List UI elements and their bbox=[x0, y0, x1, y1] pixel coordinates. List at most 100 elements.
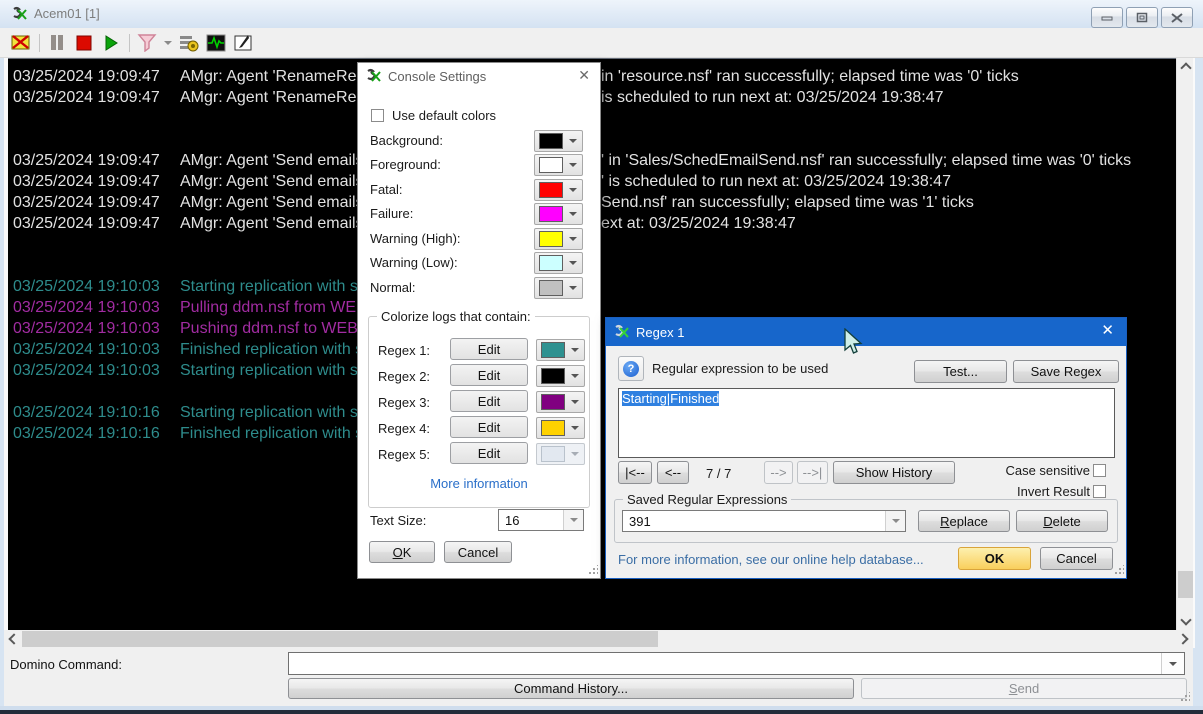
log-text: AMgr: Agent 'Send emails bbox=[180, 215, 364, 232]
fatal-color-picker[interactable] bbox=[534, 179, 583, 201]
warning-low-color-picker[interactable] bbox=[534, 252, 583, 274]
chevron-down-icon bbox=[571, 426, 579, 430]
test-button[interactable]: Test... bbox=[914, 360, 1007, 383]
online-help-link[interactable]: For more information, see our online hel… bbox=[618, 552, 924, 567]
chevron-down-icon bbox=[1180, 614, 1191, 625]
dialog-resize-grip[interactable] bbox=[1114, 565, 1124, 575]
failure-color-picker[interactable] bbox=[534, 203, 583, 225]
mail-close-icon bbox=[11, 34, 31, 51]
resize-grip[interactable] bbox=[1180, 692, 1190, 702]
regex-pattern-textarea[interactable]: Starting|Finished bbox=[618, 388, 1115, 458]
regex-dialog-titlebar[interactable]: Regex 1 ✕ bbox=[606, 318, 1126, 346]
command-bar: Domino Command: Command History... Send bbox=[4, 648, 1193, 706]
vertical-scrollbar[interactable] bbox=[1176, 58, 1194, 630]
failure-label: Failure: bbox=[370, 206, 413, 221]
horizontal-scroll-thumb[interactable] bbox=[22, 631, 658, 647]
command-history-button[interactable]: Command History... bbox=[288, 678, 854, 699]
regex4-edit-button[interactable]: Edit bbox=[450, 416, 528, 438]
normal-label: Normal: bbox=[370, 280, 416, 295]
show-history-button[interactable]: Show History bbox=[833, 461, 955, 484]
scroll-up-button[interactable] bbox=[1177, 58, 1194, 75]
regex4-label: Regex 4: bbox=[378, 421, 430, 436]
normal-color-picker[interactable] bbox=[534, 277, 583, 299]
stop-icon bbox=[76, 35, 92, 51]
log-timestamp: 03/25/2024 19:10:03 bbox=[13, 339, 180, 360]
regex2-edit-button[interactable]: Edit bbox=[450, 364, 528, 386]
regex-cancel-button[interactable]: Cancel bbox=[1040, 547, 1113, 570]
vertical-scroll-thumb[interactable] bbox=[1178, 571, 1193, 598]
close-console-button[interactable] bbox=[10, 32, 32, 54]
colorize-group-label: Colorize logs that contain: bbox=[377, 309, 535, 324]
window-bottom-shadow bbox=[0, 710, 1203, 714]
log-text-right: ext at: 03/25/2024 19:38:47 bbox=[601, 213, 796, 234]
regex5-edit-button[interactable]: Edit bbox=[450, 442, 528, 464]
delete-button[interactable]: Delete bbox=[1016, 510, 1108, 532]
regex1-edit-button[interactable]: Edit bbox=[450, 338, 528, 360]
chevron-right-icon bbox=[1177, 633, 1188, 644]
nav-prev-button[interactable]: <-- bbox=[657, 461, 689, 484]
regex3-edit-button[interactable]: Edit bbox=[450, 390, 528, 412]
console-settings-cancel-button[interactable]: Cancel bbox=[444, 541, 512, 563]
regex1-color-picker[interactable] bbox=[536, 339, 585, 361]
log-text: Finished replication with se bbox=[180, 341, 372, 358]
regex3-color-picker[interactable] bbox=[536, 391, 585, 413]
console-settings-ok-button[interactable]: OK bbox=[369, 541, 435, 563]
regex-ok-button[interactable]: OK bbox=[958, 547, 1031, 570]
delete-label: Delete bbox=[1043, 514, 1081, 529]
close-button[interactable] bbox=[1161, 7, 1193, 28]
app-icon bbox=[614, 324, 630, 340]
restore-button[interactable] bbox=[1126, 7, 1158, 28]
more-information-link[interactable]: More information bbox=[358, 476, 600, 491]
horizontal-scrollbar[interactable] bbox=[4, 630, 1193, 648]
domino-command-combobox[interactable] bbox=[288, 652, 1185, 675]
color-swatch bbox=[539, 231, 563, 247]
domino-command-input[interactable] bbox=[291, 654, 1155, 675]
pause-button[interactable] bbox=[46, 32, 68, 54]
app-icon bbox=[366, 68, 382, 84]
chevron-down-icon bbox=[571, 400, 579, 404]
command-dropdown-button[interactable] bbox=[1161, 653, 1184, 674]
use-default-colors-checkbox[interactable] bbox=[371, 109, 384, 122]
regex4-color-picker[interactable] bbox=[536, 417, 585, 439]
activity-monitor-button[interactable] bbox=[205, 32, 227, 54]
dialog-resize-grip[interactable] bbox=[588, 565, 598, 575]
scroll-right-button[interactable] bbox=[1176, 630, 1193, 647]
nav-first-button[interactable]: |<-- bbox=[618, 461, 652, 484]
console-settings-titlebar[interactable]: Console Settings ✕ bbox=[358, 63, 600, 89]
help-icon: ? bbox=[623, 361, 639, 377]
stop-button[interactable] bbox=[73, 32, 95, 54]
dialog-title: Regex 1 bbox=[636, 325, 684, 340]
invert-result-checkbox[interactable] bbox=[1093, 485, 1106, 498]
scroll-left-button[interactable] bbox=[4, 630, 21, 647]
background-color-picker[interactable] bbox=[534, 130, 583, 152]
saved-regex-dropdown[interactable] bbox=[885, 511, 905, 531]
edit-commands-button[interactable] bbox=[232, 32, 254, 54]
dialog-close-icon[interactable]: ✕ bbox=[1101, 324, 1114, 338]
case-sensitive-checkbox[interactable] bbox=[1093, 464, 1106, 477]
saved-regex-combobox[interactable]: 391 bbox=[622, 510, 906, 532]
text-size-dropdown[interactable] bbox=[563, 510, 583, 530]
scroll-down-button[interactable] bbox=[1177, 613, 1194, 630]
log-text: Finished replication with se bbox=[180, 425, 372, 442]
filter-button[interactable] bbox=[136, 32, 158, 54]
toolbar-separator bbox=[39, 34, 40, 52]
chevron-down-icon bbox=[892, 519, 900, 523]
text-size-combobox[interactable]: 16 bbox=[498, 509, 584, 531]
server-settings-button[interactable] bbox=[178, 32, 200, 54]
replace-button[interactable]: Replace bbox=[918, 510, 1010, 532]
dialog-close-icon[interactable]: ✕ bbox=[578, 68, 590, 82]
help-button[interactable]: ? bbox=[618, 356, 644, 381]
save-regex-button[interactable]: Save Regex bbox=[1013, 360, 1119, 383]
log-text: AMgr: Agent 'RenameRese bbox=[180, 89, 373, 106]
ok-label: OK bbox=[393, 545, 412, 560]
start-button[interactable] bbox=[100, 32, 122, 54]
command-history-label: Command History... bbox=[514, 681, 628, 696]
log-timestamp: 03/25/2024 19:10:16 bbox=[13, 402, 180, 423]
filter-dropdown[interactable] bbox=[163, 32, 173, 54]
foreground-color-picker[interactable] bbox=[534, 154, 583, 176]
warning-high-color-picker[interactable] bbox=[534, 228, 583, 250]
regex2-color-picker[interactable] bbox=[536, 365, 585, 387]
color-swatch bbox=[541, 394, 565, 410]
minimize-button[interactable] bbox=[1091, 7, 1123, 28]
activity-monitor-icon bbox=[206, 34, 226, 52]
